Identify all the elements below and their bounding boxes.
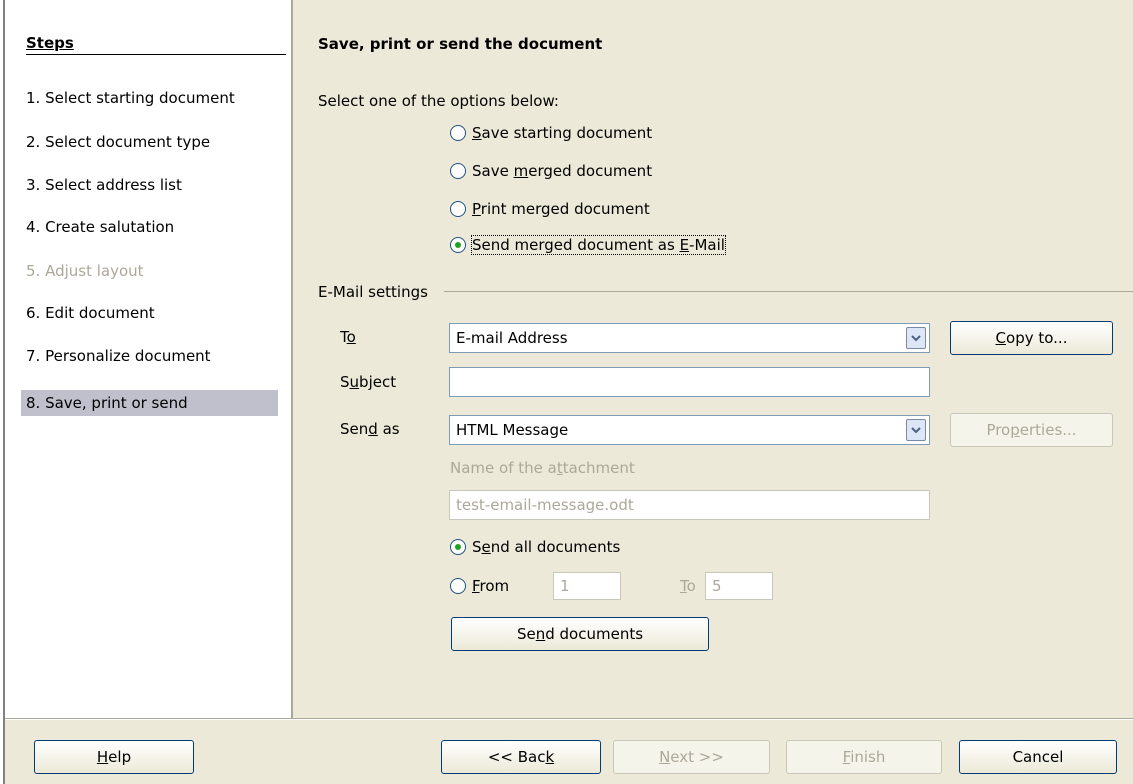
option-label: From (472, 577, 510, 595)
step-save-print-send[interactable]: 8. Save, print or send (21, 390, 278, 416)
finish-button[interactable]: Finish (786, 740, 942, 774)
send-documents-label: Send documents (516, 625, 644, 643)
option-label: Send merged document as E-Mail (471, 235, 726, 255)
help-label: Help (96, 748, 132, 766)
step-edit-document[interactable]: 6. Edit document (21, 300, 278, 326)
option-send-all-documents[interactable]: Send all documents (450, 538, 620, 556)
back-label: << Back (487, 748, 555, 766)
to-value: E-mail Address (456, 329, 568, 347)
step-adjust-layout: 5. Adjust layout (26, 262, 144, 280)
radio-button-selected[interactable] (450, 237, 466, 253)
subject-label: Subject (340, 373, 397, 391)
option-save-starting-document[interactable]: Save starting document (450, 124, 652, 142)
step-select-starting-document[interactable]: 1. Select starting document (21, 85, 278, 111)
step-select-address-list[interactable]: 3. Select address list (21, 172, 278, 198)
steps-title-rule (26, 54, 286, 55)
help-button[interactable]: Help (34, 740, 194, 774)
to-label: To (340, 328, 356, 346)
option-from-range[interactable]: From (450, 577, 509, 595)
radio-button[interactable] (450, 201, 466, 217)
to-combobox[interactable]: E-mail Address (449, 323, 930, 353)
chevron-down-icon[interactable] (906, 327, 926, 349)
to-range-input[interactable]: 5 (705, 572, 773, 600)
copy-to-label: Copy to... (995, 329, 1068, 347)
copy-to-button[interactable]: Copy to... (950, 321, 1113, 355)
next-button[interactable]: Next >> (613, 740, 770, 774)
send-documents-button[interactable]: Send documents (451, 617, 709, 651)
radio-button-selected[interactable] (450, 539, 466, 555)
step-select-document-type[interactable]: 2. Select document type (21, 129, 278, 155)
from-input[interactable]: 1 (553, 572, 621, 600)
footer-divider-highlight (5, 719, 1133, 720)
properties-label: Properties... (986, 421, 1077, 439)
cancel-button[interactable]: Cancel (959, 740, 1117, 774)
properties-button[interactable]: Properties... (950, 413, 1113, 447)
subject-input[interactable] (449, 367, 930, 397)
send-as-combobox[interactable]: HTML Message (449, 415, 930, 445)
to-range-label: To (680, 577, 696, 595)
options-prompt: Select one of the options below: (318, 92, 559, 110)
option-save-merged-document[interactable]: Save merged document (450, 162, 652, 180)
chevron-down-icon[interactable] (906, 419, 926, 441)
option-label: Print merged document (472, 200, 650, 218)
option-label: Save starting document (472, 124, 653, 142)
attachment-name-input[interactable]: test-email-message.odt (449, 490, 930, 520)
email-settings-rule (444, 291, 1133, 292)
option-print-merged-document[interactable]: Print merged document (450, 200, 650, 218)
radio-button[interactable] (450, 163, 466, 179)
send-as-value: HTML Message (456, 421, 569, 439)
steps-title: Steps (26, 34, 74, 52)
option-label: Save merged document (472, 162, 653, 180)
cancel-label: Cancel (1012, 748, 1064, 766)
attachment-name-label: Name of the attachment (450, 459, 635, 477)
option-send-merged-document-email[interactable]: Send merged document as E-Mail (450, 235, 726, 255)
back-button[interactable]: << Back (441, 740, 601, 774)
email-settings-heading: E-Mail settings (318, 283, 428, 301)
next-label: Next >> (659, 748, 724, 766)
page-title: Save, print or send the document (318, 35, 603, 53)
step-create-salutation[interactable]: 4. Create salutation (21, 214, 278, 240)
send-as-label: Send as (340, 420, 400, 438)
finish-label: Finish (842, 748, 886, 766)
radio-button[interactable] (450, 125, 466, 141)
option-label: Send all documents (472, 538, 621, 556)
radio-button[interactable] (450, 578, 466, 594)
step-personalize-document[interactable]: 7. Personalize document (21, 343, 278, 369)
